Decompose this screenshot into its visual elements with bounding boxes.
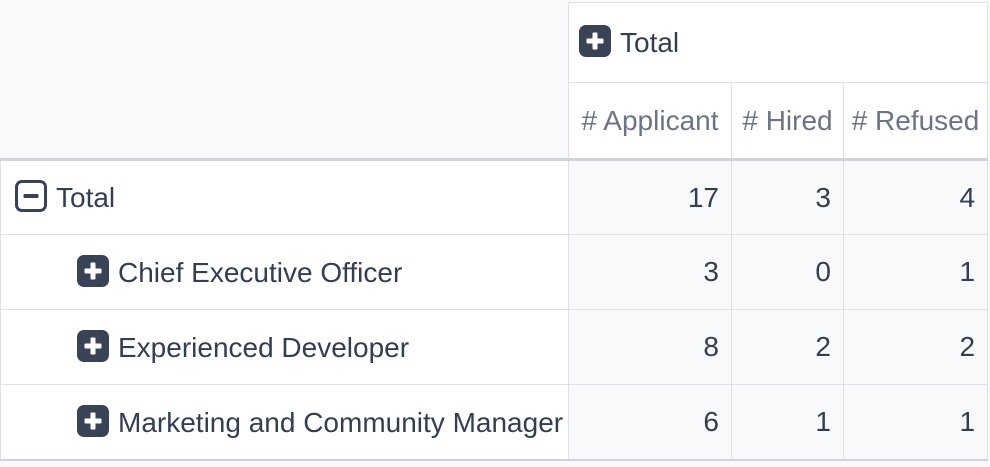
cell-mkt-applicant: 6 — [569, 385, 732, 460]
cell-mkt-refused: 1 — [844, 385, 988, 460]
row-label: Total — [56, 182, 115, 213]
column-group-header-row: Total — [1, 3, 988, 83]
cell-dev-hired: 2 — [732, 310, 844, 385]
table-row-marketing-manager: Marketing and Community Manager 6 1 1 — [1, 385, 988, 460]
collapse-icon[interactable] — [15, 180, 47, 212]
table-row-ceo: Chief Executive Officer 3 0 1 — [1, 235, 988, 310]
cell-total-applicant: 17 — [569, 160, 732, 235]
row-header-experienced-developer[interactable]: Experienced Developer — [1, 310, 569, 385]
measure-header-refused[interactable]: # Refused — [844, 83, 988, 160]
row-label: Experienced Developer — [118, 332, 409, 363]
cell-total-hired: 3 — [732, 160, 844, 235]
column-group-label: Total — [620, 27, 679, 58]
corner-cell — [1, 3, 569, 160]
cell-ceo-refused: 1 — [844, 235, 988, 310]
measure-header-applicant[interactable]: # Applicant — [569, 83, 732, 160]
row-header-marketing-and-community-manager[interactable]: Marketing and Community Manager — [1, 385, 569, 460]
row-label: Chief Executive Officer — [118, 257, 402, 288]
expand-icon[interactable] — [579, 25, 611, 57]
row-header-total[interactable]: Total — [1, 160, 569, 235]
expand-icon[interactable] — [77, 255, 109, 287]
cell-dev-applicant: 8 — [569, 310, 732, 385]
table-row-experienced-developer: Experienced Developer 8 2 2 — [1, 310, 988, 385]
cell-dev-refused: 2 — [844, 310, 988, 385]
row-label: Marketing and Community Manager — [118, 407, 563, 438]
cell-ceo-applicant: 3 — [569, 235, 732, 310]
pivot-table: Total # Applicant # Hired # Refused Tota… — [0, 2, 988, 461]
cell-mkt-hired: 1 — [732, 385, 844, 460]
table-row-total: Total 17 3 4 — [1, 160, 988, 235]
column-group-header-total[interactable]: Total — [569, 3, 988, 83]
row-header-chief-executive-officer[interactable]: Chief Executive Officer — [1, 235, 569, 310]
expand-icon[interactable] — [77, 330, 109, 362]
cell-ceo-hired: 0 — [732, 235, 844, 310]
expand-icon[interactable] — [77, 405, 109, 437]
measure-header-hired[interactable]: # Hired — [732, 83, 844, 160]
cell-total-refused: 4 — [844, 160, 988, 235]
